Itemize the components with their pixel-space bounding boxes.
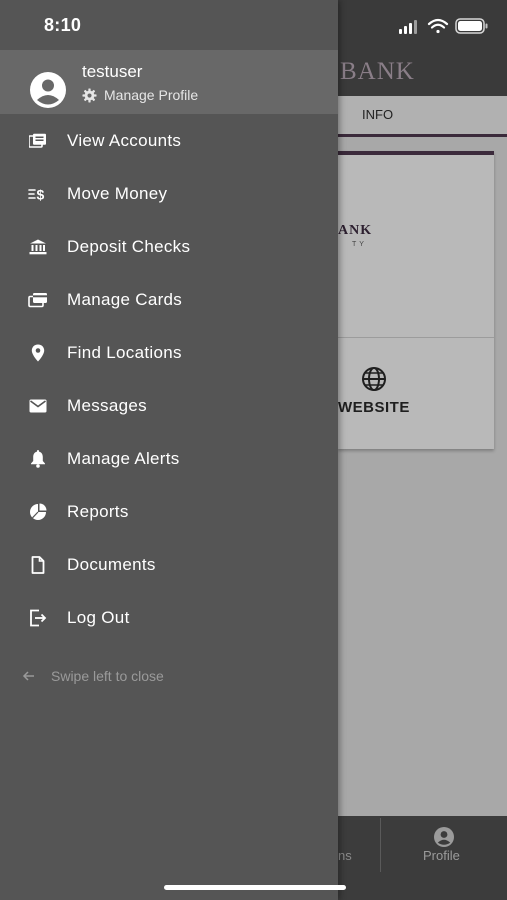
pie-chart-icon (28, 502, 48, 522)
status-icons (399, 18, 488, 34)
manage-profile-link[interactable]: Manage Profile (82, 86, 198, 104)
profile-icon (434, 827, 454, 847)
menu-item-label: Manage Alerts (67, 448, 180, 468)
card-top-accent (338, 151, 494, 155)
menu-item-deposit-checks[interactable]: Deposit Checks (0, 220, 338, 273)
arrow-left-icon (22, 671, 34, 681)
menu-item-label: Reports (67, 501, 129, 521)
menu-item-view-accounts[interactable]: View Accounts (0, 114, 338, 167)
menu-item-log-out[interactable]: Log Out (0, 591, 338, 644)
cards-icon (28, 290, 48, 310)
swipe-hint-label: Swipe left to close (51, 668, 164, 684)
menu-item-label: Messages (67, 395, 147, 415)
navigation-drawer: 8:10 testuser Manage Profile View Accoun… (0, 0, 338, 900)
bottom-nav-separator (380, 818, 381, 872)
tab-active-indicator (338, 134, 507, 137)
menu-item-label: Documents (67, 554, 156, 574)
swipe-hint: Swipe left to close (22, 666, 164, 686)
website-button[interactable]: WEBSITE (338, 399, 410, 416)
document-icon (28, 555, 48, 575)
accounts-icon (28, 131, 48, 151)
background-brand-logo: BANK (340, 58, 415, 85)
bottom-nav-profile[interactable]: Profile (423, 848, 460, 863)
cellular-signal-icon (399, 20, 417, 34)
bank-building-icon (28, 237, 48, 257)
manage-profile-label: Manage Profile (104, 87, 199, 103)
battery-icon (455, 18, 488, 34)
home-indicator[interactable] (164, 885, 346, 890)
svg-text:$: $ (37, 186, 45, 202)
card-bank-logo-subtitle: TY (352, 241, 367, 248)
gear-icon (82, 87, 97, 103)
transfer-money-icon: $ (28, 184, 48, 204)
menu-item-label: Deposit Checks (67, 236, 191, 256)
menu-item-move-money[interactable]: $ Move Money (0, 167, 338, 220)
menu-item-label: View Accounts (67, 130, 182, 150)
account-avatar-icon (30, 72, 66, 108)
menu-item-label: Move Money (67, 183, 168, 203)
menu-item-label: Manage Cards (67, 289, 183, 309)
envelope-icon (28, 396, 48, 416)
card-divider (338, 337, 494, 338)
menu-item-manage-alerts[interactable]: Manage Alerts (0, 432, 338, 485)
logout-icon (28, 608, 48, 628)
bottom-nav-tab-partial[interactable]: ns (338, 848, 352, 863)
username: testuser (82, 62, 143, 81)
location-pin-icon (28, 343, 48, 363)
menu-item-messages[interactable]: Messages (0, 379, 338, 432)
menu-item-documents[interactable]: Documents (0, 538, 338, 591)
menu-item-reports[interactable]: Reports (0, 485, 338, 538)
status-time: 8:10 (44, 15, 82, 35)
menu-item-find-locations[interactable]: Find Locations (0, 326, 338, 379)
bell-icon (28, 449, 48, 469)
background-info-card: ANK TY WEBSITE (338, 151, 494, 449)
menu-item-label: Log Out (67, 607, 130, 627)
card-bank-logo: ANK (338, 223, 373, 238)
globe-icon (362, 367, 386, 391)
menu-item-label: Find Locations (67, 342, 182, 362)
tab-info[interactable]: INFO (362, 107, 393, 122)
wifi-icon (427, 18, 449, 34)
menu-item-manage-cards[interactable]: Manage Cards (0, 273, 338, 326)
